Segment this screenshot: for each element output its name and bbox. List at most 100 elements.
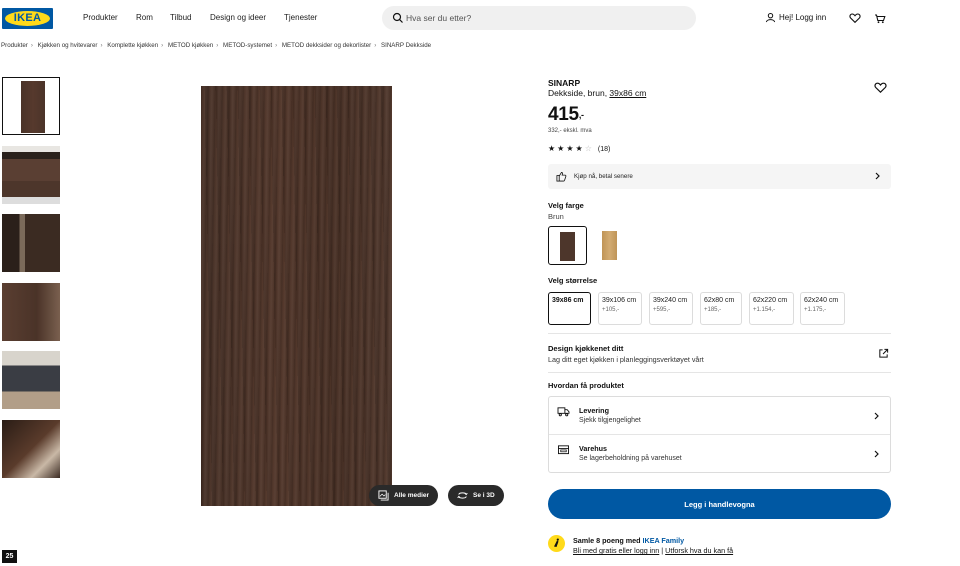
divider	[548, 333, 891, 334]
ikea-family-icon	[548, 535, 565, 552]
size-option-extra: +595,-	[653, 307, 671, 313]
review-count: (18)	[597, 145, 611, 153]
star-full-icon: ★	[575, 144, 583, 153]
price-value: 415	[548, 104, 579, 125]
crumb-separator: ›	[216, 42, 219, 49]
page-badge: 25	[2, 550, 17, 563]
thumbnail-5[interactable]	[2, 351, 60, 409]
header: IKEA Produkter Rom Tilbud Design og idee…	[0, 0, 960, 38]
crumb-3[interactable]: Komplette kjøkken	[107, 42, 158, 49]
crumb-6[interactable]: METOD dekksider og dekorlister	[282, 42, 371, 49]
product-size-link[interactable]: 39x86 cm	[609, 88, 646, 98]
nav-design-og-ideer[interactable]: Design og ideer	[210, 13, 266, 22]
nav-rom[interactable]: Rom	[136, 13, 153, 22]
cart-icon[interactable]	[874, 12, 886, 24]
rating[interactable]: ★ ★ ★ ★ ☆ (18)	[548, 145, 610, 153]
all-media-button[interactable]: Alle medier	[369, 485, 439, 506]
size-option-label: 62x80 cm	[704, 297, 735, 304]
product-description: Dekkside, brun, 39x86 cm	[548, 88, 646, 98]
delivery-row-levering[interactable]: Levering Sjekk tilgjengelighet	[549, 397, 890, 434]
search-icon	[392, 12, 403, 23]
search-bar[interactable]: Hva ser du etter?	[382, 6, 696, 30]
color-swatch-brown[interactable]	[548, 226, 587, 265]
star-full-icon: ★	[548, 144, 556, 153]
size-option-39x86[interactable]: 39x86 cm	[548, 292, 591, 325]
size-option-62x220[interactable]: 62x220 cm +1.154,-	[749, 292, 794, 325]
size-option-62x80[interactable]: 62x80 cm +185,-	[700, 292, 742, 325]
heart-icon[interactable]	[849, 12, 861, 24]
design-kitchen-title[interactable]: Design kjøkkenet ditt	[548, 344, 623, 353]
delivery-row-subtitle: Se lagerbeholdning på varehuset	[579, 455, 682, 462]
thumbnail-3[interactable]	[2, 214, 60, 272]
gallery-icon	[378, 490, 389, 501]
design-kitchen-subtitle: Lag ditt eget kjøkken i planleggingsverk…	[548, 355, 704, 364]
product-desc-text: Dekkside, brun,	[548, 88, 610, 98]
delivery-options: Levering Sjekk tilgjengelighet Varehus S…	[548, 396, 891, 473]
explore-benefits-link[interactable]: Utforsk hva du kan få	[665, 546, 733, 555]
price-suffix: ,-	[578, 110, 584, 120]
add-to-cart-button[interactable]: Legg i handlevogna	[548, 489, 891, 519]
see-3d-label: Se i 3D	[473, 492, 495, 499]
crumb-1[interactable]: Produkter	[1, 42, 28, 49]
thumbnail-image	[2, 214, 60, 272]
buy-now-pay-later-banner[interactable]: Kjøp nå, betal senere	[548, 164, 891, 189]
size-option-62x240[interactable]: 62x240 cm +1.175,-	[800, 292, 845, 325]
rotate-3d-icon	[457, 492, 468, 499]
size-option-39x240[interactable]: 39x240 cm +595,-	[649, 292, 693, 325]
thumbnail-6[interactable]	[2, 420, 60, 478]
thumbnail-4[interactable]	[2, 283, 60, 341]
thumbnail-image	[2, 420, 60, 478]
size-option-extra: +1.154,-	[753, 307, 776, 313]
all-media-label: Alle medier	[394, 492, 430, 499]
size-option-label: 62x240 cm	[804, 297, 839, 304]
crumb-5[interactable]: METOD-systemet	[223, 42, 272, 49]
thumbnail-image	[2, 351, 60, 409]
truck-icon	[557, 407, 570, 417]
logo-text: IKEA	[13, 12, 42, 24]
crumb-7[interactable]: SINARP Dekkside	[381, 42, 431, 49]
delivery-row-varehus[interactable]: Varehus Se lagerbeholdning på varehuset	[549, 435, 890, 472]
breadcrumb: Produkter › Kjøkken og hvitevarer › Komple…	[1, 42, 431, 49]
external-link-icon[interactable]	[878, 348, 889, 359]
product-name: SINARP	[548, 78, 581, 88]
nav-tjenester[interactable]: Tjenester	[284, 13, 317, 22]
thumbnail-image	[2, 283, 60, 341]
crumb-separator: ›	[161, 42, 164, 49]
swatch-chip	[602, 231, 617, 260]
delivery-row-title: Levering	[579, 406, 609, 415]
ikea-logo[interactable]: IKEA	[2, 8, 53, 29]
size-option-label: 39x240 cm	[653, 297, 688, 304]
thumbnail-image	[5, 80, 57, 133]
crumb-separator: ›	[30, 42, 33, 49]
favourite-heart-icon[interactable]	[874, 81, 887, 94]
join-or-login-link[interactable]: Bli med gratis eller logg inn	[573, 546, 659, 555]
crumb-2[interactable]: Kjøkken og hvitevarer	[38, 42, 98, 49]
price-ex-vat: 332,- ekskl. mva	[548, 128, 592, 134]
login-link[interactable]: Hej! Logg inn	[765, 12, 826, 23]
nav-produkter[interactable]: Produkter	[83, 13, 118, 22]
delivery-row-title: Varehus	[579, 444, 607, 453]
store-icon	[558, 445, 569, 455]
buy-now-pay-later-label: Kjøp nå, betal senere	[574, 173, 633, 180]
nav-tilbud[interactable]: Tilbud	[170, 13, 192, 22]
search-input[interactable]: Hva ser du etter?	[406, 13, 471, 23]
divider	[548, 372, 891, 373]
thumbs-up-icon	[556, 171, 567, 182]
product-main-image[interactable]	[201, 86, 392, 506]
user-icon	[765, 12, 776, 23]
see-3d-button[interactable]: Se i 3D	[448, 485, 504, 506]
thumbnail-2[interactable]	[2, 146, 60, 204]
selected-color: Brun	[548, 212, 564, 221]
size-option-extra: +1.175,-	[804, 307, 827, 313]
ikea-family-link[interactable]: IKEA Family	[643, 536, 685, 545]
thumbnail-1[interactable]	[2, 77, 60, 135]
crumb-4[interactable]: METOD kjøkken	[168, 42, 213, 49]
size-option-39x106[interactable]: 39x106 cm +105,-	[598, 292, 642, 325]
color-label: Velg farge	[548, 201, 584, 210]
color-swatch-oak[interactable]	[591, 226, 630, 265]
crumb-separator: ›	[374, 42, 377, 49]
star-full-icon: ★	[557, 144, 565, 153]
size-option-label: 39x106 cm	[602, 297, 637, 304]
swatch-chip	[560, 232, 575, 261]
size-option-label: 62x220 cm	[753, 297, 788, 304]
